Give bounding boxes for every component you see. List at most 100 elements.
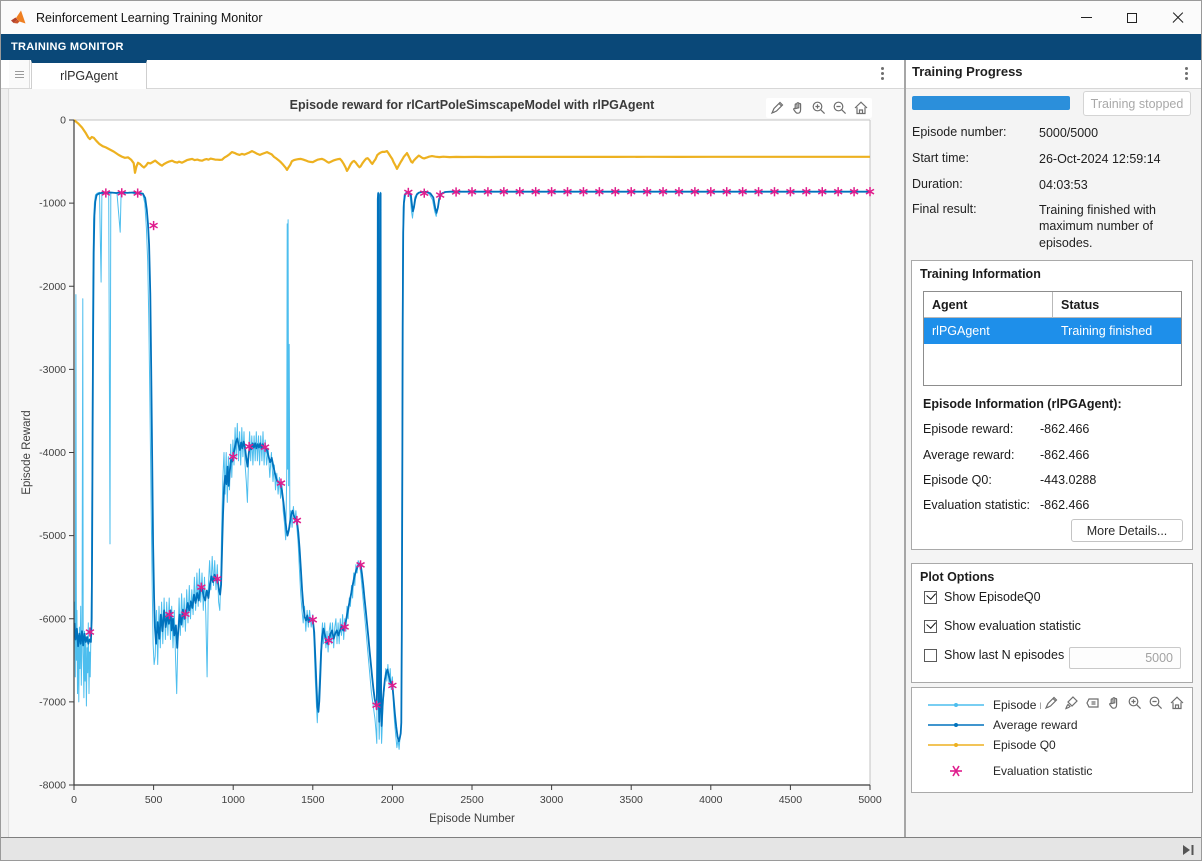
field-value: 04:03:53 bbox=[1039, 177, 1191, 193]
average-reward-legend-marker bbox=[927, 719, 985, 731]
title-bar: Reinforcement Learning Training Monitor bbox=[1, 1, 1201, 34]
svg-text:-8000: -8000 bbox=[39, 780, 66, 792]
pan-icon[interactable] bbox=[789, 99, 807, 117]
field-value: Training finished with maximum number of… bbox=[1039, 202, 1191, 251]
close-button[interactable] bbox=[1155, 1, 1201, 34]
edit-plot-icon[interactable] bbox=[768, 99, 786, 117]
svg-text:4500: 4500 bbox=[779, 794, 803, 806]
zoom-out-icon[interactable] bbox=[831, 99, 849, 117]
field-label: Evaluation statistic: bbox=[923, 498, 1030, 512]
field-label: Start time: bbox=[912, 151, 969, 165]
field-label: Episode number: bbox=[912, 125, 1007, 139]
training-progress-menu-button[interactable] bbox=[1185, 66, 1189, 82]
reward-chart[interactable]: 0500100015002000250030003500400045005000… bbox=[10, 89, 904, 837]
tab-strip-menu-button[interactable] bbox=[881, 66, 885, 82]
legend-entry-episode-q0: Episode Q0 bbox=[927, 738, 1056, 752]
status-cell: Training finished bbox=[1053, 318, 1181, 344]
kebab-icon bbox=[1185, 72, 1188, 75]
final-result-row: Final result: Training finished with max… bbox=[912, 202, 1196, 216]
svg-text:-5000: -5000 bbox=[39, 530, 66, 542]
tab-label: rlPGAgent bbox=[60, 69, 118, 83]
ribbon-tab-training-monitor[interactable]: TRAINING MONITOR bbox=[11, 41, 124, 53]
episode-q0-legend-marker bbox=[927, 739, 985, 751]
minimize-button[interactable] bbox=[1063, 1, 1109, 34]
maximize-icon bbox=[1127, 13, 1137, 23]
average-reward-row: Average reward: -862.466 bbox=[923, 448, 1185, 462]
field-value: -862.466 bbox=[1040, 498, 1089, 512]
svg-text:2500: 2500 bbox=[460, 794, 484, 806]
progress-fill bbox=[912, 96, 1070, 110]
chart-region: 0500100015002000250030003500400045005000… bbox=[10, 89, 904, 837]
agent-cell: rlPGAgent bbox=[924, 318, 1053, 344]
checkbox-label: Show last N episodes bbox=[944, 648, 1064, 662]
plot-options-header: Plot Options bbox=[912, 564, 1192, 584]
panel-grip[interactable] bbox=[9, 60, 30, 88]
evaluation-statistic-row: Evaluation statistic: -862.466 bbox=[923, 498, 1185, 512]
home-icon[interactable] bbox=[852, 99, 870, 117]
brush-data-icon[interactable] bbox=[1063, 694, 1081, 712]
field-value: 5000/5000 bbox=[1039, 125, 1191, 141]
more-details-button[interactable]: More Details... bbox=[1071, 519, 1183, 542]
window-title: Reinforcement Learning Training Monitor bbox=[36, 11, 263, 25]
training-stopped-button[interactable]: Training stopped bbox=[1083, 91, 1191, 116]
svg-text:-7000: -7000 bbox=[39, 696, 66, 708]
svg-text:-4000: -4000 bbox=[39, 447, 66, 459]
svg-text:0: 0 bbox=[71, 794, 77, 806]
show-last-n-episodes-option: Show last N episodes bbox=[924, 648, 1064, 662]
edit-plot-icon[interactable] bbox=[1042, 694, 1060, 712]
tab-rlpgagent[interactable]: rlPGAgent bbox=[31, 60, 147, 89]
legend-label: Evaluation statistic bbox=[993, 764, 1092, 778]
pan-icon[interactable] bbox=[1105, 694, 1123, 712]
svg-text:3500: 3500 bbox=[620, 794, 644, 806]
show-episodeq0-checkbox[interactable] bbox=[924, 591, 937, 604]
legend-panel: Episode reward Average reward Episode Q0… bbox=[911, 687, 1193, 793]
close-icon bbox=[1172, 12, 1184, 24]
field-value: -862.466 bbox=[1040, 448, 1089, 462]
evaluation-statistic-legend-marker bbox=[927, 764, 985, 778]
maximize-button[interactable] bbox=[1109, 1, 1155, 34]
agent-status-table: Agent Status rlPGAgent Training finished bbox=[923, 291, 1182, 386]
checkbox-label: Show evaluation statistic bbox=[944, 619, 1081, 633]
legend-axes-toolbar bbox=[1041, 693, 1187, 713]
last-n-episodes-input[interactable] bbox=[1069, 647, 1181, 669]
app-window: Reinforcement Learning Training Monitor … bbox=[0, 0, 1202, 861]
svg-text:4000: 4000 bbox=[699, 794, 723, 806]
field-value: 26-Oct-2024 12:59:14 bbox=[1039, 151, 1191, 167]
episode-number-row: Episode number: 5000/5000 bbox=[912, 125, 1196, 139]
training-information-header: Training Information bbox=[912, 261, 1192, 281]
zoom-in-icon[interactable] bbox=[810, 99, 828, 117]
show-episodeq0-option: Show EpisodeQ0 bbox=[924, 590, 1041, 604]
training-progress-bar bbox=[912, 96, 1070, 110]
field-label: Episode Q0: bbox=[923, 473, 992, 487]
show-evaluation-statistic-checkbox[interactable] bbox=[924, 620, 937, 633]
zoom-in-icon[interactable] bbox=[1126, 694, 1144, 712]
field-value: -443.0288 bbox=[1040, 473, 1096, 487]
svg-text:3000: 3000 bbox=[540, 794, 564, 806]
field-label: Duration: bbox=[912, 177, 963, 191]
datatip-icon[interactable] bbox=[1084, 694, 1102, 712]
status-bar bbox=[1, 837, 1201, 861]
grip-icon bbox=[15, 74, 24, 75]
svg-text:0: 0 bbox=[60, 115, 66, 127]
home-icon[interactable] bbox=[1168, 694, 1186, 712]
table-row[interactable]: rlPGAgent Training finished bbox=[924, 318, 1181, 344]
matlab-logo-icon bbox=[11, 10, 28, 25]
zoom-out-icon[interactable] bbox=[1147, 694, 1165, 712]
svg-text:-6000: -6000 bbox=[39, 613, 66, 625]
expand-statusbar-icon[interactable] bbox=[1182, 844, 1195, 856]
episode-information-header: Episode Information (rlPGAgent): bbox=[923, 397, 1122, 411]
field-label: Average reward: bbox=[923, 448, 1015, 462]
training-information-card: Training Information Agent Status rlPGAg… bbox=[911, 260, 1193, 550]
svg-text:Episode Number: Episode Number bbox=[429, 813, 515, 825]
left-dock-rail bbox=[1, 89, 9, 837]
legend-label: Average reward bbox=[993, 718, 1078, 732]
svg-text:5000: 5000 bbox=[858, 794, 882, 806]
svg-text:2000: 2000 bbox=[381, 794, 405, 806]
svg-text:-1000: -1000 bbox=[39, 198, 66, 210]
field-label: Episode reward: bbox=[923, 422, 1013, 436]
kebab-icon bbox=[881, 72, 884, 75]
show-last-n-episodes-checkbox[interactable] bbox=[924, 649, 937, 662]
episode-q0-row: Episode Q0: -443.0288 bbox=[923, 473, 1185, 487]
field-label: Final result: bbox=[912, 202, 977, 216]
svg-text:1500: 1500 bbox=[301, 794, 325, 806]
